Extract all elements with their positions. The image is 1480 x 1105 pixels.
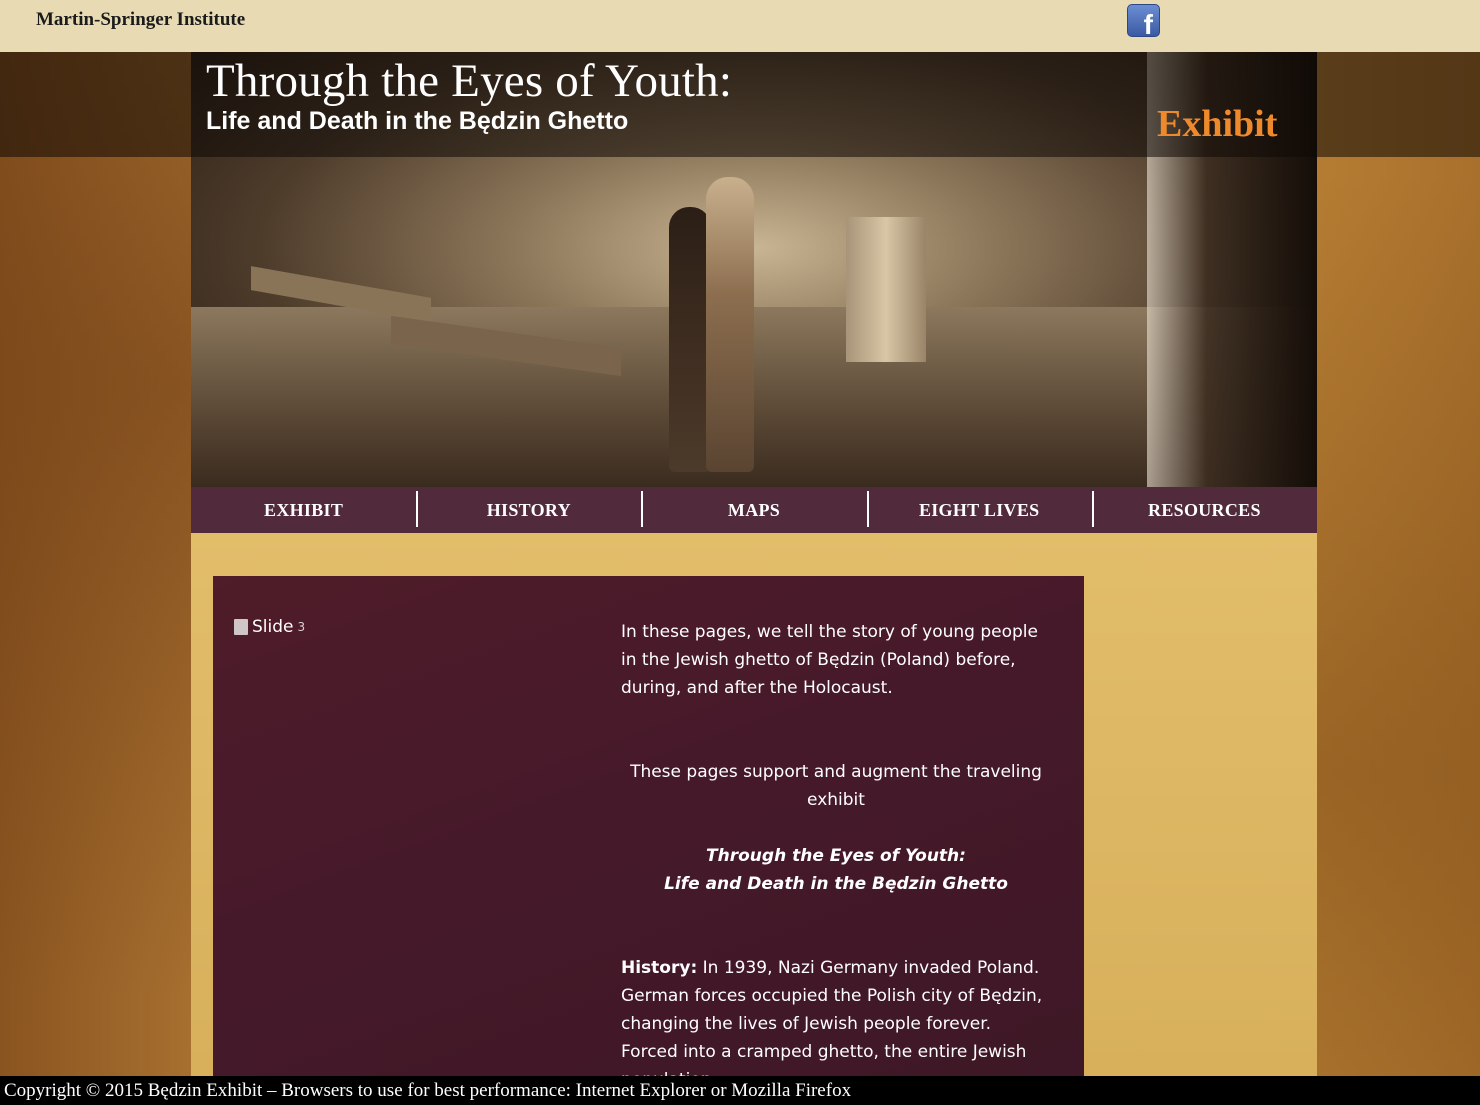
history-label: History:: [621, 958, 698, 978]
broken-image-icon: [234, 619, 248, 635]
page-title: Through the Eyes of Youth:: [206, 55, 733, 107]
hero-child-left: [669, 207, 711, 472]
nav-eight-lives[interactable]: EIGHT LIVES: [866, 487, 1092, 533]
exhibit-title-line1: Through the Eyes of Youth:: [706, 846, 966, 866]
site-name[interactable]: Martin-Springer Institute: [36, 9, 245, 31]
footer-copyright: Copyright © 2015 Będzin Exhibit – Browse…: [4, 1080, 852, 1101]
slide-image-broken[interactable]: Slide 3: [234, 617, 305, 637]
content-box: Slide 3 In these pages, we tell the stor…: [213, 576, 1084, 1076]
section-label: Exhibit: [1157, 103, 1278, 145]
intro-paragraph: In these pages, we tell the story of you…: [621, 622, 1038, 698]
top-bar: Martin-Springer Institute f: [0, 0, 1480, 52]
support-paragraph: These pages support and augment the trav…: [630, 762, 1042, 810]
exhibit-title-line2: Life and Death in the Będzin Ghetto: [664, 874, 1008, 894]
history-paragraph: History: In 1939, Nazi Germany invaded P…: [621, 954, 1051, 1076]
nav-history[interactable]: HISTORY: [416, 487, 641, 533]
hero-child-right: [706, 177, 754, 472]
slide-alt-text: Slide: [252, 617, 294, 637]
hero-crate: [846, 217, 926, 362]
intro-text-column: In these pages, we tell the story of you…: [621, 618, 1051, 1076]
facebook-icon[interactable]: f: [1127, 4, 1160, 37]
page-subtitle: Life and Death in the Będzin Ghetto: [206, 107, 629, 135]
nav-resources[interactable]: RESOURCES: [1091, 487, 1317, 533]
main-nav: EXHIBIT HISTORY MAPS EIGHT LIVES RESOURC…: [191, 487, 1317, 533]
exhibit-title: Through the Eyes of Youth: Life and Deat…: [621, 842, 1051, 898]
nav-maps[interactable]: MAPS: [641, 487, 866, 533]
slide-number: 3: [297, 620, 306, 634]
nav-exhibit[interactable]: EXHIBIT: [191, 487, 416, 533]
footer: Copyright © 2015 Będzin Exhibit – Browse…: [0, 1076, 1480, 1105]
